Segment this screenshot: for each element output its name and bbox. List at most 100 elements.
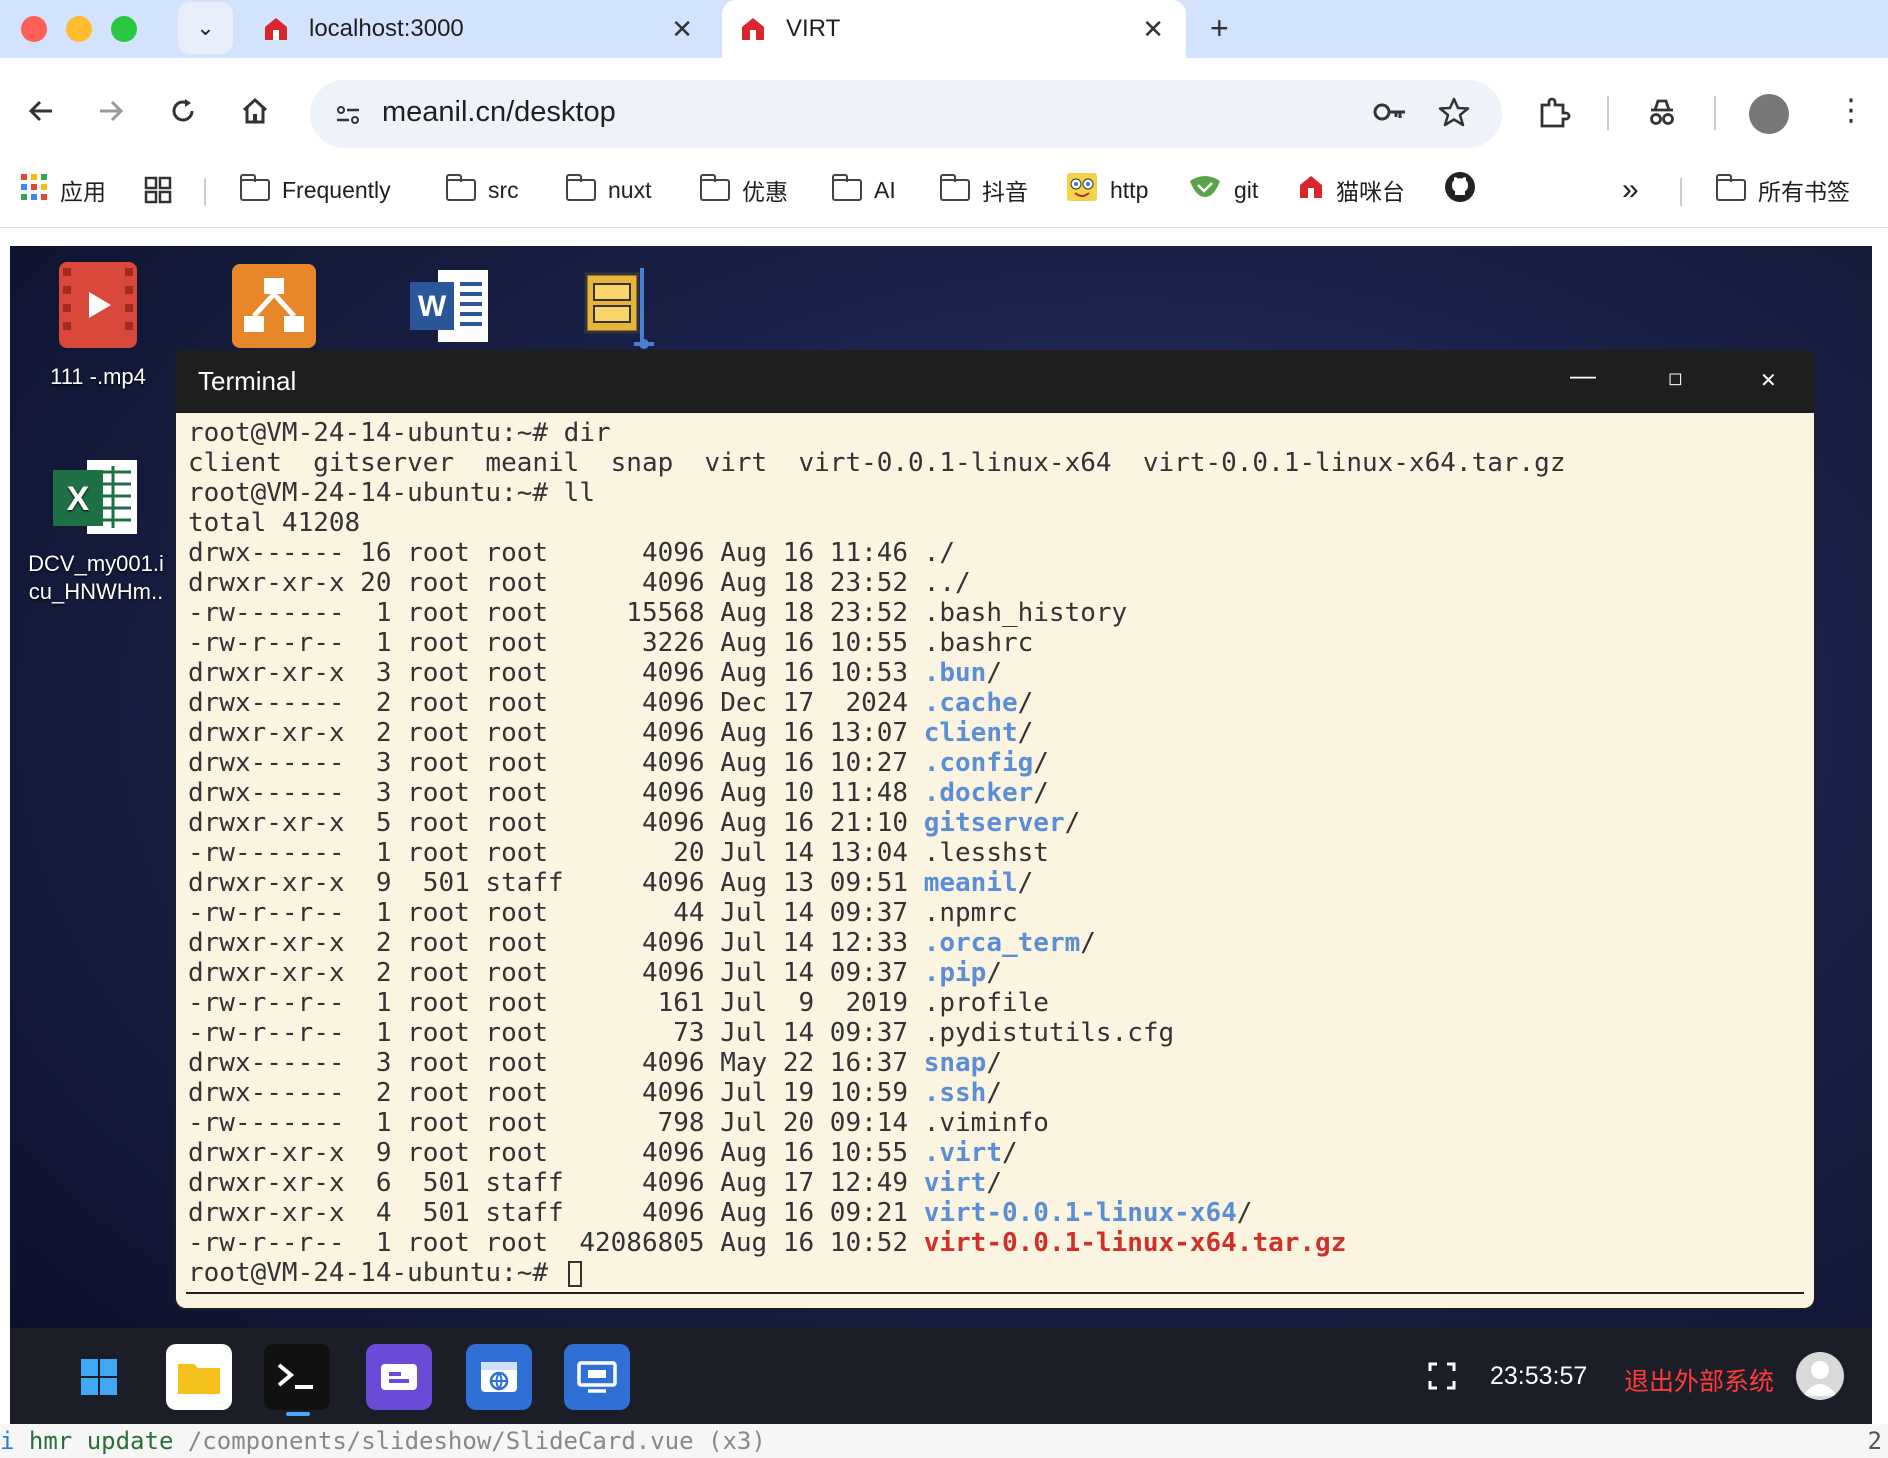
archive-app-icon[interactable] [582,264,666,350]
profile-avatar[interactable] [1749,94,1789,134]
terminal-text: drwx------ 2 root root 4096 Dec 17 2024 [188,688,924,718]
extensions-icon[interactable] [1537,96,1571,135]
zoom-window-button[interactable] [111,16,137,42]
fullscreen-icon[interactable] [1428,1362,1456,1395]
tab-virt[interactable]: VIRT ✕ [722,0,1186,58]
new-tab-button[interactable]: + [1210,10,1229,47]
menu-kebab-icon[interactable]: ⋮ [1836,96,1866,126]
forward-button[interactable] [86,86,136,136]
terminal-line: drwx------ 3 root root 4096 Aug 10 11:48… [188,778,1566,808]
bookmark-star-icon[interactable] [1438,96,1470,133]
bookmark-github[interactable] [1444,172,1476,208]
tab-close-icon[interactable]: ✕ [1142,14,1164,45]
notes-app-icon[interactable] [366,1344,432,1410]
directory-name: virt [923,1168,987,1198]
terminal-line: -rw------- 1 root root 20 Jul 14 13:04 .… [188,838,1566,868]
bookmark-folder-ai[interactable]: AI [832,172,896,208]
terminal-line: drwx------ 2 root root 4096 Dec 17 2024 … [188,688,1566,718]
start-windows-icon[interactable] [66,1344,132,1410]
terminal-text: client gitserver meanil snap virt virt-0… [188,448,1566,478]
sponge-face-icon [1066,172,1098,208]
bookmark-folder-douyin[interactable]: 抖音 [940,172,1028,208]
remote-display-icon[interactable] [564,1344,630,1410]
git-leaf-icon [1188,175,1222,205]
terminal-text: drwxr-xr-x 3 root root 4096 Aug 16 10:53 [188,658,924,688]
terminal-maximize-button[interactable]: ◻ [1668,368,1683,389]
terminal-minimize-button[interactable]: — [1570,360,1596,391]
terminal-text: / [1236,1198,1253,1228]
home-button[interactable] [230,86,280,136]
terminal-line: -rw-r--r-- 1 root root 3226 Aug 16 10:55… [188,628,1566,658]
bookmark-label: 所有书签 [1758,179,1850,205]
bookmark-folder-youhui[interactable]: 优惠 [700,172,788,208]
bookmark-label: Frequently [282,176,391,203]
browser-app-icon[interactable] [466,1344,532,1410]
terminal-text: / [986,1078,1002,1108]
bookmark-git[interactable]: git [1188,172,1258,208]
close-window-button[interactable] [21,16,47,42]
terminal-text: / [1080,928,1096,958]
user-avatar-icon[interactable] [1796,1352,1844,1400]
bookmark-folder-nuxt[interactable]: nuxt [566,172,651,208]
terminal-line: -rw-r--r-- 1 root root 73 Jul 14 09:37 .… [188,1018,1566,1048]
flowchart-app-icon[interactable] [232,264,316,348]
desktop-icon-excel[interactable]: X DCV_my001.i cu_HNWHm.. [18,456,174,606]
incognito-spy-icon[interactable] [1645,96,1679,135]
reload-button[interactable] [158,86,208,136]
tab-close-icon[interactable]: ✕ [671,14,693,45]
bookmark-folder-all[interactable]: 所有书签 [1716,172,1850,208]
bookmark-maomitai[interactable]: 猫咪台 [1298,172,1405,208]
terminal-text: / [986,1048,1002,1078]
terminal-text: / [1064,808,1081,838]
directory-name: .config [923,748,1034,778]
terminal-output: root@VM-24-14-ubuntu:~# dir client gitser… [188,418,1566,1288]
folder-icon [832,174,862,201]
bookmark-folder-frequently[interactable]: Frequently [240,172,391,208]
terminal-line: drwx------ 3 root root 4096 May 22 16:37… [188,1048,1566,1078]
tab-groups-grid-icon[interactable] [144,172,172,208]
video-file-icon [59,262,137,348]
tab-localhost[interactable]: localhost:3000 ✕ [245,0,715,58]
folder-icon [446,174,476,201]
terminal-line: root@VM-24-14-ubuntu:~# dir [188,418,1566,448]
back-button[interactable] [16,86,66,136]
tab-search-button[interactable]: ⌄ [178,2,233,54]
terminal-text: drwxr-xr-x 2 root root 4096 Jul 14 09:37 [188,958,924,988]
bookmark-http[interactable]: http [1066,172,1148,208]
minimize-window-button[interactable] [66,16,92,42]
hmr-count: 2 [1867,1427,1882,1455]
url-text[interactable]: meanil.cn/desktop [382,96,616,129]
bookmark-label: git [1234,176,1259,203]
word-doc-icon[interactable]: W [408,264,492,348]
github-icon [1444,171,1476,209]
bookmark-divider [1680,178,1682,206]
terminal-line: drwxr-xr-x 9 root root 4096 Aug 16 10:55… [188,1138,1566,1168]
terminal-text: -rw-r--r-- 1 root root 42086805 Aug 16 1… [188,1228,924,1258]
password-key-icon[interactable] [1372,98,1408,131]
terminal-text: / [1002,1138,1018,1168]
bookmark-folder-src[interactable]: src [446,172,519,208]
excel-file-icon: X [51,456,141,540]
terminal-text: drwx------ 3 root root 4096 Aug 10 11:48 [188,778,924,808]
taskbar-clock: 23:53:57 [1490,1362,1588,1390]
bookmarks-overflow-button[interactable]: » [1622,172,1639,208]
site-info-icon[interactable] [328,95,368,135]
exit-system-button[interactable]: 退出外部系统 [1624,1362,1774,1398]
file-manager-folder-icon[interactable] [166,1344,232,1410]
terminal-text: / [1017,718,1034,748]
terminal-text: drwxr-xr-x 2 root root 4096 Jul 14 12:33 [188,928,924,958]
terminal-text: -rw-r--r-- 1 root root 44 Jul 14 09:37 .… [188,898,1018,928]
folder-icon [1716,174,1746,201]
terminal-text: root@VM-24-14-ubuntu:~# [188,1258,564,1288]
terminal-app-icon[interactable] [264,1344,330,1410]
desktop-icon-label: DCV_my001.i cu_HNWHm.. [28,551,164,604]
bookmark-label: src [488,176,519,203]
terminal-text: drwxr-xr-x 9 501 staff 4096 Aug 13 09:51 [188,868,924,898]
terminal-line: drwx------ 2 root root 4096 Jul 19 10:59… [188,1078,1566,1108]
terminal-line: -rw------- 1 root root 15568 Aug 18 23:5… [188,598,1566,628]
desktop-icon-video[interactable]: 111 -.mp4 [38,262,158,390]
bookmark-label: nuxt [608,176,652,203]
bookmark-apps[interactable]: 应用 [20,172,106,208]
terminal-line: -rw-r--r-- 1 root root 42086805 Aug 16 1… [188,1228,1566,1258]
terminal-close-button[interactable]: ✕ [1760,368,1777,393]
